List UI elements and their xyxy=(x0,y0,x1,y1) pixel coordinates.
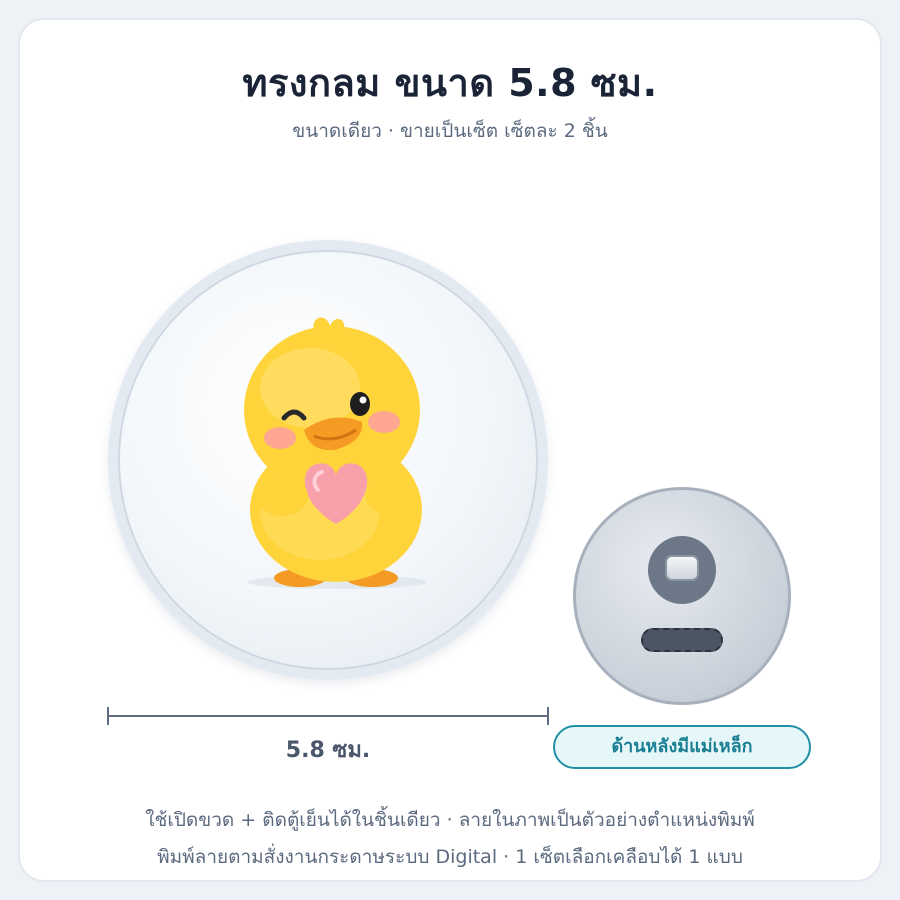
duck-tuft xyxy=(313,317,345,334)
duck-cheek-left xyxy=(264,427,296,449)
back-magnet-badge: ด้านหลังมีแม่เหล็ก xyxy=(553,725,811,769)
measure-tick-right xyxy=(547,707,549,725)
page-title: ทรงกลม ขนาด 5.8 ซม. xyxy=(242,61,658,105)
duck-wing-left xyxy=(256,476,308,516)
page-subtitle: ขนาดเดียว · ขายเป็นเซ็ต เซ็ตละ 2 ชิ้น xyxy=(292,120,608,142)
duck-cheek-right xyxy=(368,411,400,433)
magnet-core xyxy=(665,555,699,581)
duck-wing-right xyxy=(366,476,418,516)
duck-illustration xyxy=(244,317,427,589)
bottle-opener-slot xyxy=(641,628,723,652)
dimension-label: 5.8 ซม. xyxy=(285,738,371,763)
measure-line xyxy=(108,715,548,717)
footer-line-2: พิมพ์ลายตามสั่งงานกระดาษระบบ Digital · 1… xyxy=(157,846,743,868)
duck-eye xyxy=(350,392,370,416)
footer-line-1: ใช้เปิดขวด + ติดตู้เย็นได้ในชิ้นเดียว · … xyxy=(145,809,755,831)
